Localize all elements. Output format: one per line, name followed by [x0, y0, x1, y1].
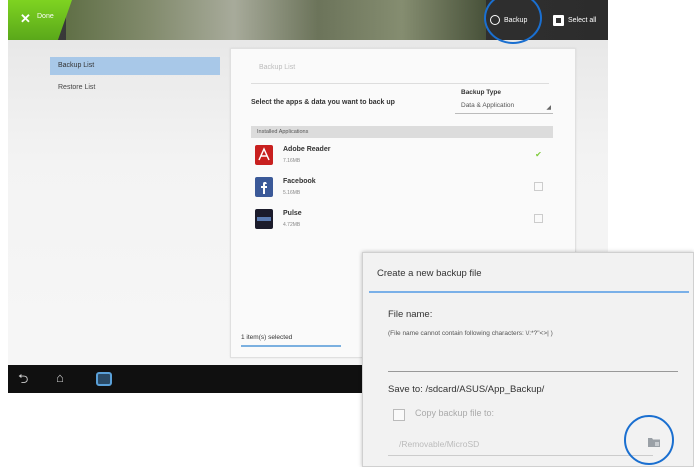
app-name: Facebook	[283, 178, 316, 185]
app-row-adobe-reader[interactable]: Adobe Reader 7.16MB ✔	[251, 141, 553, 171]
backup-type-select[interactable]: Data & Application ◢	[455, 102, 553, 114]
dialog-title-divider	[369, 291, 689, 293]
copy-destination-path: /Removable/MicroSD	[399, 439, 480, 449]
save-to-path: Save to: /sdcard/ASUS/App_Backup/	[388, 384, 545, 395]
adobe-reader-icon	[255, 145, 273, 165]
app-checkbox[interactable]: ✔	[534, 150, 543, 159]
app-size: 4.72MB	[283, 222, 301, 228]
pulse-icon	[255, 209, 273, 229]
facebook-icon	[255, 177, 273, 197]
file-name-hint: (File name cannot contain following char…	[388, 330, 553, 337]
recent-apps-icon[interactable]	[96, 372, 112, 386]
selected-underline	[241, 345, 341, 347]
highlight-circle-folder	[624, 415, 674, 465]
select-all-label: Select all	[568, 16, 597, 24]
panel-title: Backup List	[259, 64, 296, 71]
backup-type-label: Backup Type	[461, 89, 501, 96]
selected-count: 1 item(s) selected	[241, 334, 293, 341]
dialog-title: Create a new backup file	[377, 268, 482, 279]
app-size: 5.16MB	[283, 190, 301, 196]
app-name: Pulse	[283, 210, 302, 217]
file-name-input[interactable]	[388, 356, 678, 372]
done-label: Done	[37, 13, 54, 20]
sidebar-item-restore-list[interactable]: Restore List	[50, 79, 220, 97]
select-all-icon	[553, 14, 564, 26]
app-checkbox[interactable]	[534, 214, 543, 223]
backup-type-value: Data & Application	[461, 102, 515, 109]
app-name: Adobe Reader	[283, 146, 331, 153]
select-prompt: Select the apps & data you want to back …	[251, 99, 395, 106]
close-icon: ✕	[20, 11, 31, 26]
copy-backup-label: Copy backup file to:	[415, 408, 495, 418]
app-size: 7.16MB	[283, 158, 301, 164]
back-icon[interactable]: ⮌	[18, 370, 28, 392]
select-all-button[interactable]: Select all	[553, 12, 596, 28]
home-icon[interactable]: ⌂	[56, 370, 64, 385]
done-button[interactable]: ✕ Done	[8, 0, 72, 40]
sidebar: Backup List Restore List	[50, 57, 220, 101]
sidebar-item-backup-list[interactable]: Backup List	[50, 57, 220, 75]
installed-applications-header: Installed Applications	[251, 126, 553, 138]
copy-backup-checkbox[interactable]	[393, 409, 405, 421]
action-bar-background	[66, 0, 486, 40]
file-name-label: File name:	[388, 309, 433, 320]
copy-path-divider	[388, 455, 653, 456]
dropdown-caret-icon: ◢	[546, 105, 551, 111]
app-row-facebook[interactable]: Facebook 5.16MB	[251, 173, 553, 203]
app-row-pulse[interactable]: Pulse 4.72MB	[251, 205, 553, 235]
panel-divider	[251, 83, 549, 84]
app-checkbox[interactable]	[534, 182, 543, 191]
